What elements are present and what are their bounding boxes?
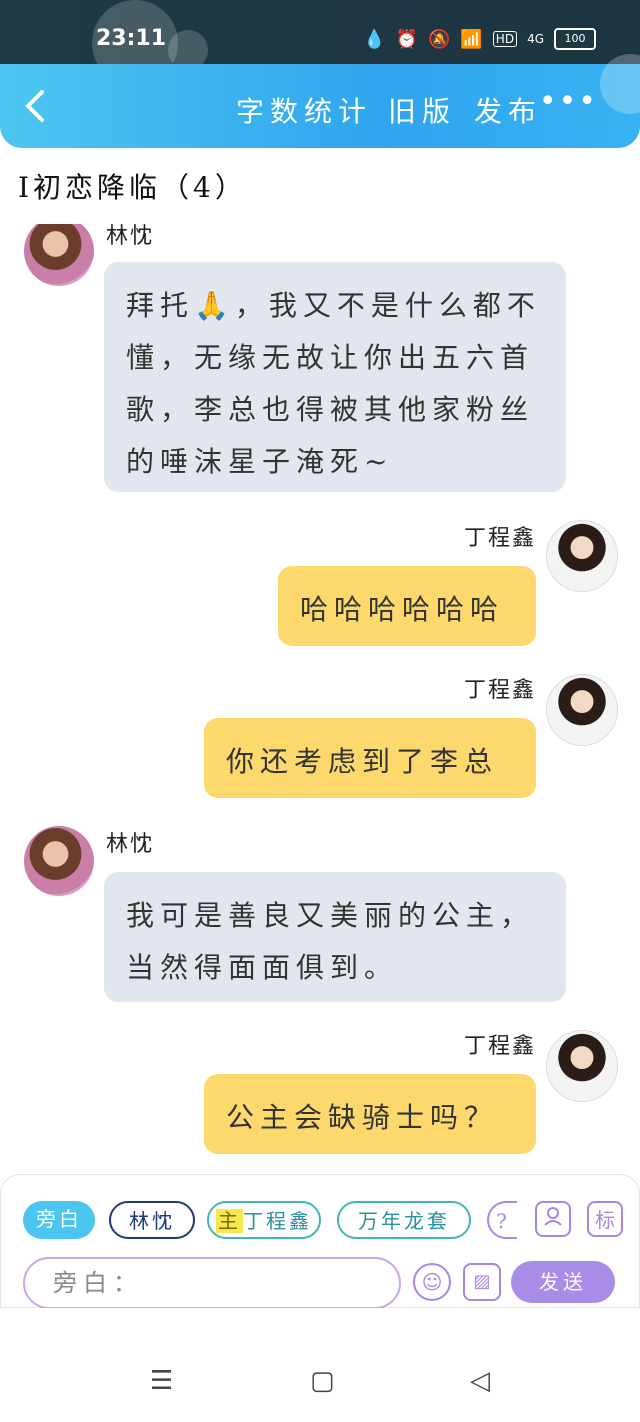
- word-count-button[interactable]: 字数统计: [236, 90, 372, 130]
- emoji-icon: ☺: [421, 1270, 443, 1294]
- menu-icon[interactable]: ☰: [150, 1366, 173, 1396]
- role-chip-truncated[interactable]: ?: [487, 1201, 517, 1239]
- hd-label: HD: [492, 31, 518, 47]
- clock: 23:11: [96, 26, 167, 51]
- sender-name: 林忱: [106, 224, 155, 249]
- status-icons: 💧 ⏰ 🔕 📶 HD 4G 100: [363, 28, 596, 50]
- battery-icon: 100: [554, 28, 596, 50]
- back-nav-icon[interactable]: ◁: [470, 1366, 490, 1396]
- avatar[interactable]: [24, 224, 94, 286]
- chapter-title[interactable]: I初恋降临（4）: [18, 166, 247, 206]
- emoji-button[interactable]: ☺: [413, 1263, 451, 1301]
- message-bubble[interactable]: 拜托🙏，我又不是什么都不懂，无缘无故让你出五六首歌，李总也得被其他家粉丝的唾沫星…: [104, 262, 566, 492]
- avatar[interactable]: [546, 520, 618, 592]
- chapter-title-bar: I初恋降临（4）: [0, 148, 640, 225]
- message-bubble[interactable]: 你还考虑到了李总: [204, 718, 536, 798]
- home-icon[interactable]: ▢: [310, 1366, 335, 1396]
- system-nav-bar: ☰ ▢ ◁: [0, 1308, 640, 1422]
- person-icon: [544, 1207, 562, 1226]
- role-chip-narration[interactable]: 旁白: [23, 1201, 95, 1239]
- send-button[interactable]: 发送: [511, 1261, 615, 1303]
- mute-icon: 🔕: [427, 28, 451, 50]
- sender-name: 丁程鑫: [463, 526, 536, 551]
- water-drop-icon: 💧: [363, 28, 386, 50]
- message-input[interactable]: 旁白：: [23, 1257, 401, 1309]
- role-chip-ding-label: 丁程鑫: [243, 1209, 312, 1233]
- avatar[interactable]: [546, 674, 618, 746]
- sender-name: 丁程鑫: [463, 1034, 536, 1059]
- image-button[interactable]: ▨: [463, 1263, 501, 1301]
- protagonist-marker: 主: [216, 1209, 243, 1233]
- sender-name: 丁程鑫: [463, 678, 536, 703]
- message-bubble[interactable]: 哈哈哈哈哈哈: [278, 566, 536, 646]
- chevron-left-icon: [25, 90, 44, 122]
- top-app-bar: 字数统计 旧版 发布 •••: [0, 54, 640, 148]
- image-icon: ▨: [473, 1271, 491, 1292]
- network-label: 4G: [527, 32, 544, 46]
- old-version-button[interactable]: 旧版: [388, 90, 456, 130]
- wifi-icon: 📶: [460, 28, 483, 50]
- more-options-button[interactable]: •••: [539, 84, 598, 119]
- avatar[interactable]: [24, 826, 94, 896]
- role-manage-button[interactable]: [535, 1201, 571, 1237]
- message-bubble[interactable]: 公主会缺骑士吗？: [204, 1074, 536, 1154]
- alarm-icon: ⏰: [395, 28, 418, 50]
- avatar[interactable]: [546, 1030, 618, 1102]
- sender-name: 林忱: [106, 832, 155, 857]
- compose-panel: 旁白 林忱 主丁程鑫 万年龙套 ? 标 旁白： ☺ ▨ 发送: [0, 1174, 640, 1309]
- role-chip-extra[interactable]: 万年龙套: [337, 1201, 471, 1239]
- mark-button[interactable]: 标: [587, 1201, 623, 1237]
- role-chip-lin[interactable]: 林忱: [109, 1201, 195, 1239]
- publish-button[interactable]: 发布: [474, 90, 542, 130]
- message-bubble[interactable]: 我可是善良又美丽的公主，当然得面面俱到。: [104, 872, 566, 1002]
- status-bar: 23:11 💧 ⏰ 🔕 📶 HD 4G 100: [0, 0, 640, 86]
- chat-area[interactable]: 林忱 拜托🙏，我又不是什么都不懂，无缘无故让你出五六首歌，李总也得被其他家粉丝的…: [0, 224, 640, 1174]
- back-button[interactable]: [22, 88, 46, 133]
- role-chip-ding[interactable]: 主丁程鑫: [207, 1201, 321, 1239]
